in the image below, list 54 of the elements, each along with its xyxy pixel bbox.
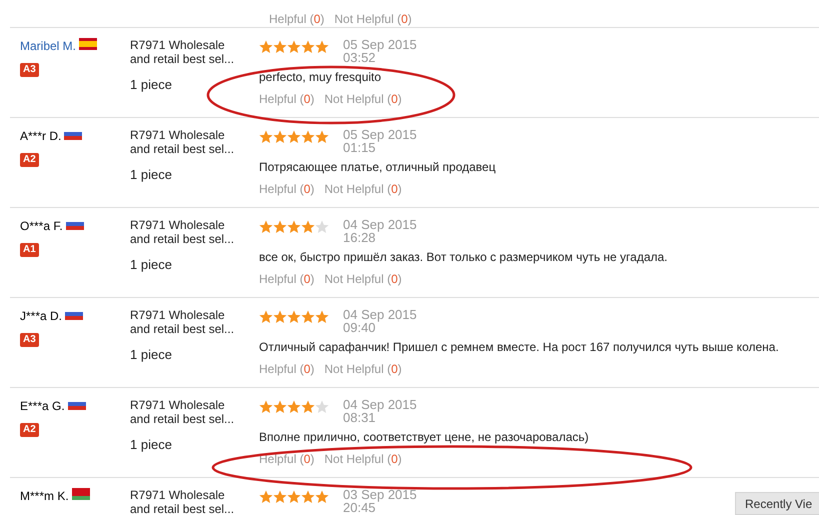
level-badge: A3 [20,333,39,347]
not-helpful-link[interactable]: Not Helpful (0) [324,182,402,196]
review-date: 04 Sep 2015 [343,218,417,231]
review-time: 03:52 [343,51,376,64]
quantity: 1 piece [130,437,172,452]
review-date: 05 Sep 2015 [343,38,417,51]
reviewer-name[interactable]: Maribel M. [20,39,76,53]
helpful-link[interactable]: Helpful (0) [259,92,314,106]
quantity: 1 piece [130,77,172,92]
product-title: R7971 Wholesale and retail best sel... [130,218,236,246]
not-helpful-link[interactable]: Not Helpful (0) [324,452,402,466]
helpful-link[interactable]: Helpful (0) [259,272,314,286]
review-date: 04 Sep 2015 [343,398,417,411]
reviewer-name: O***a F. [20,219,63,233]
product-title: R7971 Wholesale and retail best sel... [130,398,236,426]
quantity: 1 piece [130,167,172,182]
review-time: 20:45 [343,501,376,514]
reviewer-name: E***a G. [20,399,65,413]
helpful-link[interactable]: Helpful (0) [259,452,314,466]
product-title: R7971 Wholesale and retail best sel... [130,38,236,66]
reviewer-name: A***r D. [20,129,62,143]
level-badge: A1 [20,243,39,257]
not-helpful-link[interactable]: Not Helpful (0) [334,12,412,26]
reviewer-name: M***m K. [20,489,69,503]
flag-icon [72,488,90,500]
review-text: все ок, быстро пришёл заказ. Вот только с размерчиком чуть не угадала. [259,250,668,264]
review-date: 05 Sep 2015 [343,128,417,141]
product-title: R7971 Wholesale and retail best sel... [130,128,236,156]
not-helpful-link[interactable]: Not Helpful (0) [324,362,402,376]
recently-viewed-tab[interactable]: Recently Vie [735,492,819,515]
reviewer-name: J***a D. [20,309,62,323]
review-time: 09:40 [343,321,376,334]
review-text: Отличный сарафанчик! Пришел с ремнем вместе. На рост 167 получился чуть выше колена. [259,340,779,354]
review-time: 08:31 [343,411,376,424]
review-date: 04 Sep 2015 [343,308,417,321]
flag-icon [79,38,98,50]
not-helpful-link[interactable]: Not Helpful (0) [324,92,402,106]
review-text: Потрясающее платье, отличный продавец [259,160,496,174]
helpful-link[interactable]: Helpful (0) [259,182,314,196]
product-title: R7971 Wholesale and retail best sel... [130,488,236,515]
not-helpful-link[interactable]: Not Helpful (0) [324,272,402,286]
quantity: 1 piece [130,347,172,362]
product-title: R7971 Wholesale and retail best sel... [130,308,236,336]
review-time: 16:28 [343,231,376,244]
level-badge: A2 [20,423,39,437]
review-text: perfecto, muy fresquito [259,70,382,84]
review-date: 03 Sep 2015 [343,488,417,501]
review-text: Вполне прилично, соответствует цене, не разочаровалась) [259,430,589,444]
level-badge: A3 [20,63,39,77]
helpful-link[interactable]: Helpful (0) [259,362,314,376]
helpful-link[interactable]: Helpful (0) [269,12,324,26]
quantity: 1 piece [130,257,172,272]
review-time: 01:15 [343,141,376,154]
level-badge: A2 [20,153,39,167]
